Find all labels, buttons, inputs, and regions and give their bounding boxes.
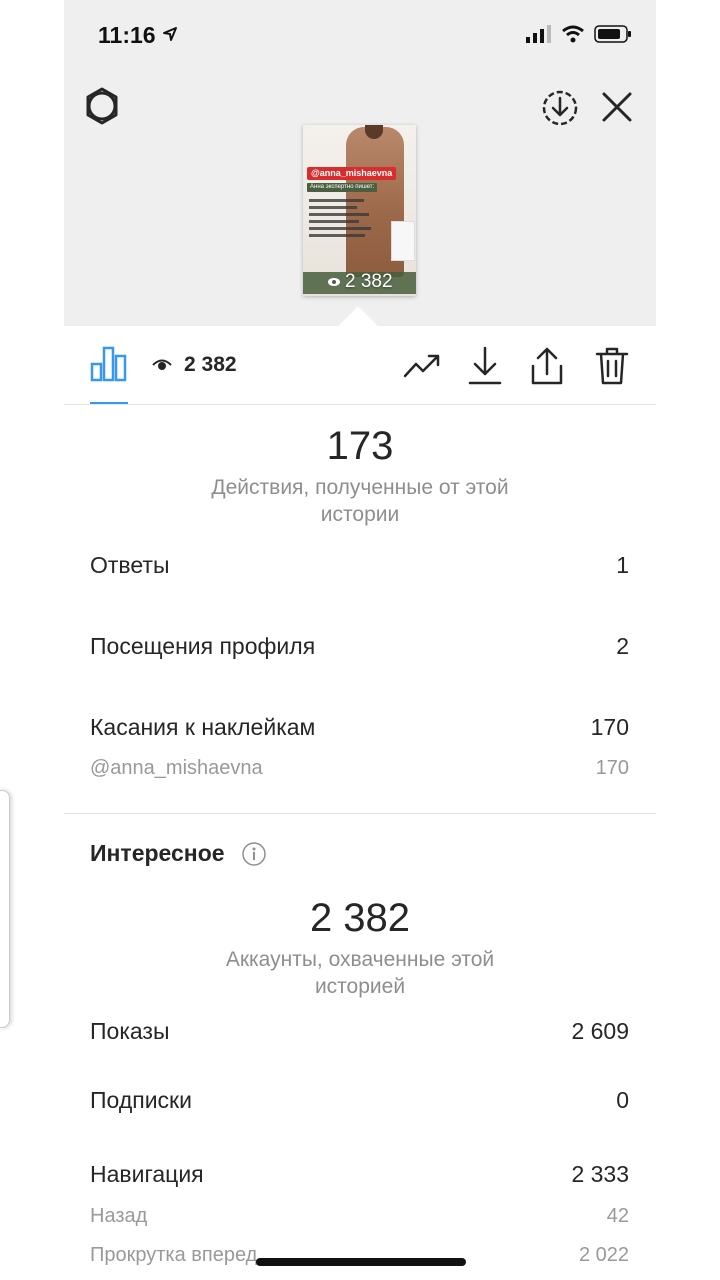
actions-caption: Действия, полученные от этой истории bbox=[211, 476, 509, 526]
stat-value: 0 bbox=[616, 1087, 629, 1113]
eye-icon bbox=[152, 359, 172, 370]
story-preview-area: 11:16 @anna_mishaevna Анна экспертно пиш… bbox=[64, 0, 656, 326]
stat-row-profile-visits: Посещения профиля 2 bbox=[90, 633, 629, 660]
share-icon[interactable] bbox=[528, 346, 566, 386]
eye-icon bbox=[328, 278, 340, 286]
wifi-icon bbox=[562, 25, 584, 43]
stat-label: Касания к наклейкам bbox=[90, 714, 316, 740]
stat-sub-label: Прокрутка вперед bbox=[90, 1244, 258, 1266]
stat-row-replies: Ответы 1 bbox=[90, 552, 629, 579]
section-divider bbox=[64, 813, 656, 814]
stat-subrow-back: Назад 42 bbox=[90, 1205, 629, 1228]
info-icon[interactable] bbox=[241, 841, 267, 867]
story-views-value: 2 382 bbox=[345, 271, 393, 292]
status-time: 11:16 bbox=[98, 22, 156, 48]
story-mention-sticker: @anna_mishaevna bbox=[307, 167, 397, 180]
signal-icon bbox=[526, 25, 551, 43]
trending-icon[interactable] bbox=[402, 346, 442, 386]
battery-icon bbox=[594, 25, 631, 43]
stat-row-navigation: Навигация 2 333 bbox=[90, 1161, 629, 1188]
download-icon[interactable] bbox=[466, 346, 504, 386]
status-bar: 11:16 bbox=[64, 0, 656, 72]
insights-tab-underline bbox=[90, 402, 128, 404]
download-circle-icon[interactable] bbox=[540, 88, 580, 128]
discovery-caption: Аккаунты, охваченные этой историей bbox=[225, 948, 495, 998]
stat-row-sticker-taps: Касания к наклейкам 170 bbox=[90, 714, 629, 741]
stat-label: Подписки bbox=[90, 1087, 192, 1113]
home-indicator[interactable] bbox=[256, 1258, 466, 1266]
insights-icon[interactable] bbox=[90, 346, 128, 382]
stat-sub-value: 42 bbox=[606, 1205, 629, 1227]
stat-sub-label: @anna_mishaevna bbox=[90, 757, 263, 779]
stat-value: 1 bbox=[616, 552, 629, 578]
stat-value: 2 609 bbox=[571, 1018, 629, 1044]
phone-screen: 11:16 @anna_mishaevna Анна экспертно пиш… bbox=[64, 0, 656, 1280]
story-image-bag bbox=[391, 221, 415, 261]
location-arrow-icon bbox=[163, 27, 177, 41]
discovery-title: Интересное bbox=[90, 840, 267, 867]
stat-label: Навигация bbox=[90, 1161, 204, 1187]
story-text-lines bbox=[309, 195, 373, 241]
settings-icon[interactable] bbox=[82, 86, 122, 126]
story-subtitle: Анна экспертно пишет: bbox=[307, 183, 378, 192]
stat-row-impressions: Показы 2 609 bbox=[90, 1018, 629, 1045]
left-gutter bbox=[0, 0, 64, 1280]
stat-sub-value: 170 bbox=[595, 757, 629, 779]
trash-icon[interactable] bbox=[594, 346, 630, 386]
stat-row-follows: Подписки 0 bbox=[90, 1087, 629, 1114]
stat-label: Показы bbox=[90, 1018, 170, 1044]
toolbar-view-count[interactable]: 2 382 bbox=[152, 353, 237, 377]
discovery-total: 2 382 bbox=[309, 896, 411, 940]
toolbar-views-value: 2 382 bbox=[184, 353, 237, 376]
stat-label: Ответы bbox=[90, 552, 170, 578]
right-gutter bbox=[656, 0, 720, 1280]
story-view-count: 2 382 bbox=[327, 271, 393, 293]
story-thumbnail[interactable]: @anna_mishaevna Анна экспертно пишет: 2 … bbox=[303, 125, 416, 296]
stat-label: Посещения профиля bbox=[90, 633, 316, 659]
stat-value: 2 333 bbox=[571, 1161, 629, 1187]
close-icon[interactable] bbox=[600, 90, 634, 124]
status-icons bbox=[526, 25, 632, 43]
stat-sub-label: Назад bbox=[90, 1205, 148, 1227]
story-toolbar: 2 382 bbox=[64, 326, 656, 405]
side-handle[interactable] bbox=[0, 790, 10, 1028]
stat-value: 2 bbox=[616, 633, 629, 659]
actions-total: 173 bbox=[326, 424, 394, 468]
stat-sub-value: 2 022 bbox=[578, 1244, 629, 1266]
stat-subrow-sticker-mention: @anna_mishaevna 170 bbox=[90, 757, 629, 780]
stat-value: 170 bbox=[590, 714, 629, 740]
discovery-title-text: Интересное bbox=[90, 840, 225, 866]
